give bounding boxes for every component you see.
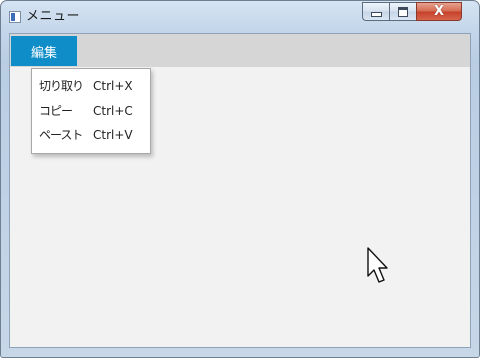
app-icon[interactable] xyxy=(9,11,21,23)
window-title: メニュー xyxy=(26,9,81,24)
edit-dropdown-menu: 切り取り Ctrl+X コピー Ctrl+C ペースト Ctrl+V xyxy=(31,68,151,154)
menu-bar: 編集 xyxy=(10,34,470,67)
title-bar[interactable]: メニュー X xyxy=(1,1,479,33)
close-icon: X xyxy=(433,4,445,19)
menu-item-shortcut: Ctrl+X xyxy=(93,79,133,93)
caption-buttons: X xyxy=(362,2,462,22)
client-area: 編集 切り取り Ctrl+X コピー Ctrl+C ペースト Ctrl+V xyxy=(9,33,471,348)
mouse-pointer-icon xyxy=(367,247,388,283)
menu-item-cut[interactable]: 切り取り Ctrl+X xyxy=(32,75,150,97)
menu-item-label: 切り取り xyxy=(39,79,84,93)
maximize-icon xyxy=(398,6,408,17)
menu-item-label: コピー xyxy=(39,104,73,118)
maximize-button[interactable] xyxy=(389,2,416,21)
menu-item-shortcut: Ctrl+C xyxy=(93,104,133,118)
menu-item-copy[interactable]: コピー Ctrl+C xyxy=(32,100,150,122)
app-window: メニュー X 編集 切り取り Ctrl+X コピー Ctrl+C ペースト Ct… xyxy=(0,0,480,358)
minimize-icon xyxy=(370,12,382,17)
menu-edit[interactable]: 編集 xyxy=(11,36,77,66)
close-button[interactable]: X xyxy=(416,2,462,21)
minimize-button[interactable] xyxy=(362,2,389,21)
menu-item-shortcut: Ctrl+V xyxy=(93,128,133,142)
menu-item-paste[interactable]: ペースト Ctrl+V xyxy=(32,124,150,146)
menu-item-label: ペースト xyxy=(39,128,83,142)
